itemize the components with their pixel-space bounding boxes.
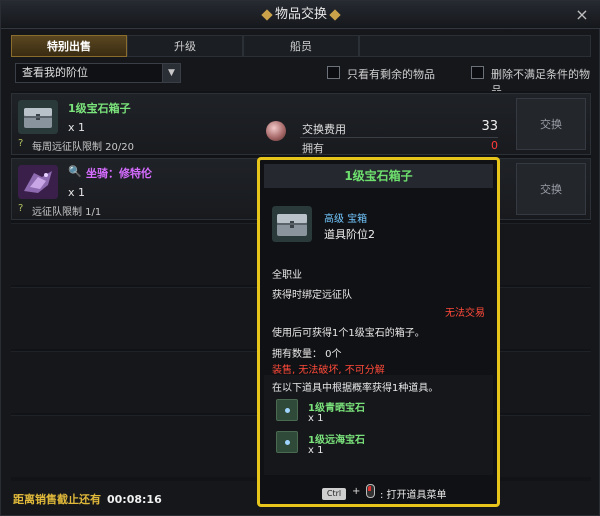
- help-icon[interactable]: ?: [18, 138, 23, 149]
- tooltip-description: 使用后可获得1个1级宝石的箱子。: [272, 328, 425, 339]
- title-ornament-right-icon: [329, 9, 341, 21]
- reward-quantity: x 1: [308, 445, 324, 456]
- reward-quantity: x 1: [308, 413, 324, 424]
- item-quantity: x 1: [68, 121, 86, 134]
- remaining-only-label: 只看有剩余的物品: [347, 68, 435, 81]
- item-limit: 远征队限制 1/1: [32, 207, 102, 218]
- tooltip-title: 1级宝石箱子: [264, 164, 493, 188]
- item-limit: 每周远征队限制 20/20: [32, 142, 134, 153]
- chevron-down-icon[interactable]: ▼: [162, 64, 180, 82]
- owned-value: 0: [491, 139, 498, 152]
- tab-special-sale[interactable]: 特别出售: [11, 35, 127, 57]
- treasure-chest-icon: [18, 100, 58, 134]
- owned-label: 拥有: [302, 142, 324, 155]
- tab-bar-filler: [359, 35, 591, 57]
- tab-bar: 特别出售 升级 船员: [11, 35, 591, 57]
- cost-label: 交换费用: [302, 123, 346, 136]
- shortcut-hint: : 打开道具菜单: [380, 490, 447, 501]
- reward-header: 在以下道具中根据概率获得1种道具。: [272, 383, 439, 394]
- exchange-button[interactable]: 交换: [516, 163, 586, 215]
- item-name: 坐骑：修特伦: [86, 167, 152, 180]
- window-title: 物品交换: [274, 7, 327, 22]
- reward-name: 1级远海宝石: [308, 435, 365, 446]
- tab-upgrade[interactable]: 升级: [127, 35, 243, 57]
- tooltip-restrictions: 装售, 无法破坏, 不可分解: [272, 365, 385, 376]
- tier-select-value: 查看我的阶位: [22, 66, 88, 79]
- key-plus: +: [352, 486, 361, 497]
- tooltip-slot: 道具阶位2: [324, 228, 375, 241]
- cost-box: 交换费用 33 拥有 0: [266, 119, 498, 155]
- sale-countdown: 距离销售截止还有 00:08:16: [13, 491, 162, 507]
- coin-icon: [266, 121, 286, 141]
- remaining-only-checkbox[interactable]: [327, 66, 340, 79]
- tier-select[interactable]: 查看我的阶位 ▼: [15, 63, 181, 83]
- exchange-button[interactable]: 交换: [516, 98, 586, 150]
- divider: [300, 137, 498, 138]
- remove-unmet-checkbox[interactable]: [471, 66, 484, 79]
- item-name: 1级宝石箱子: [68, 102, 131, 115]
- title-bar: 物品交换 ×: [1, 1, 600, 29]
- tooltip-owned-count: 拥有数量： 0个: [272, 349, 342, 360]
- item-exchange-window: 物品交换 × 特别出售 升级 船员 查看我的阶位 ▼ 只看有剩余的物品 删除不满…: [0, 0, 600, 516]
- tooltip-untradeable: 无法交易: [445, 308, 485, 319]
- tab-crew[interactable]: 船员: [243, 35, 359, 57]
- help-icon[interactable]: ?: [18, 203, 23, 214]
- list-item[interactable]: 1级宝石箱子 x 1 ? 每周远征队限制 20/20 交换费用 33 拥有 0 …: [11, 93, 591, 155]
- mouse-right-icon: [366, 484, 375, 498]
- tooltip-class-requirement: 全职业: [272, 270, 302, 281]
- tooltip-grade: 高级 宝箱: [324, 214, 368, 225]
- reward-name: 1级青晒宝石: [308, 403, 365, 414]
- ctrl-key-icon: Ctrl: [322, 488, 346, 500]
- item-tooltip: 1级宝石箱子 高级 宝箱 道具阶位2 全职业 获得时绑定远征队 无法交易 使用后…: [257, 157, 500, 507]
- magnifier-icon[interactable]: 🔍: [68, 165, 82, 178]
- reward-box: 在以下道具中根据概率获得1种道具。 1级青晒宝石 x 1 1级远海宝石 x 1: [264, 375, 493, 475]
- treasure-chest-icon: [272, 206, 312, 242]
- tooltip-bind-rule: 获得时绑定远征队: [272, 290, 352, 301]
- title-ornament-left-icon: [261, 9, 273, 21]
- cost-value: 33: [481, 119, 498, 134]
- close-icon[interactable]: ×: [573, 6, 591, 24]
- gem-icon[interactable]: [276, 431, 298, 453]
- countdown-label: 距离销售截止还有: [13, 493, 101, 506]
- gem-icon[interactable]: [276, 399, 298, 421]
- countdown-time: 00:08:16: [107, 493, 162, 506]
- filter-bar: 查看我的阶位 ▼ 只看有剩余的物品 删除不满足条件的物品: [11, 61, 591, 97]
- item-quantity: x 1: [68, 186, 86, 199]
- mount-icon: [18, 165, 58, 199]
